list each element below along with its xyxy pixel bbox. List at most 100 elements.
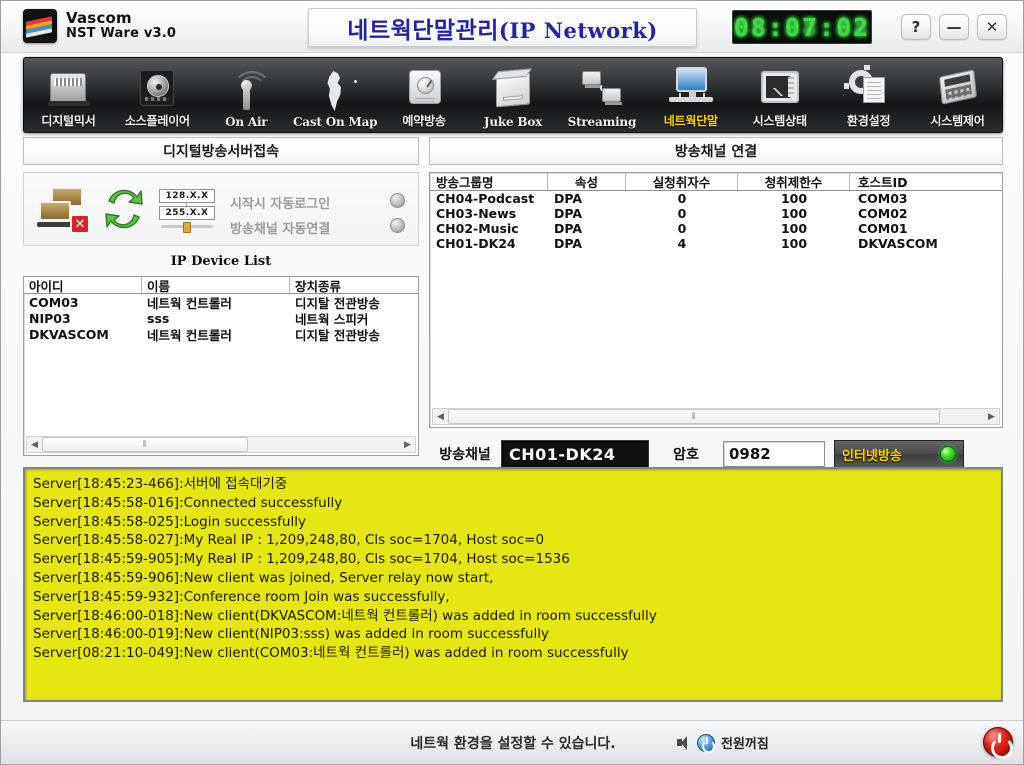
channel-connect-header: 방송채널 연결 [429,137,1003,165]
toolbar-item-system-control[interactable]: 시스템제어 [913,58,1002,132]
table-row[interactable]: CH04-Podcast DPA 0 100 COM03 [430,191,1002,206]
cell-listeners: 4 [677,236,687,251]
auto-connect-channel-led[interactable] [390,218,405,233]
auto-login-led[interactable] [390,193,405,208]
log-line: Server[18:46:00-019]:New client(NIP03:ss… [33,626,549,643]
column-header-name[interactable]: 이름 [142,277,290,294]
toolbar-label: 디지털믹서 [41,114,96,128]
brand-name: Vascom [66,9,132,28]
table-row[interactable]: CH02-Music DPA 0 100 COM01 [430,221,1002,236]
system-status-scope-icon [754,65,806,111]
scroll-track[interactable]: ⦀ [42,437,400,452]
sync-refresh-icon[interactable] [101,187,147,231]
toolbar-label: 소스플레이어 [124,114,190,128]
system-control-calculator-icon [932,65,984,111]
shutdown-button[interactable] [983,727,1013,759]
toolbar-item-juke-box[interactable]: Juke Box [469,58,558,132]
toolbar-label: 시스템제어 [930,114,985,128]
ip-range-start: 128.X.X [159,189,215,203]
toolbar-label: 환경설정 [846,114,891,128]
application-window: Vascom NST Ware v3.0 네트웍단말관리(IP Network)… [0,0,1024,765]
server-log[interactable]: Server[18:45:23-466]:서버에 접속대기중 Server[18… [23,467,1003,702]
status-bar: 네트웍 환경을 설정할 수 있습니다. 전원꺼짐 [1,720,1023,764]
cell-attr: DPA [554,191,583,206]
channel-display[interactable]: CH01-DK24 [501,440,649,468]
minimize-button[interactable]: — [939,14,969,40]
channel-field-label: 방송채널 [439,447,491,463]
column-header-type[interactable]: 장치종류 [290,277,418,294]
password-input[interactable]: 0982 [723,441,825,467]
ip-range-end: 255.X.X [159,206,215,220]
auto-connect-channel-label: 방송채널 자동연결 [230,222,331,237]
column-header-listeners[interactable]: 실청취자수 [626,173,738,190]
main-toolbar: 디지털믹서 소스플레이어 On Air Cast On Map 예약방송 Juk… [23,57,1003,133]
column-header-group[interactable]: 방송그룹명 [430,173,548,190]
table-row[interactable]: CH01-DK24 DPA 4 100 DKVASCOM [430,236,1002,251]
scroll-left-arrow-icon[interactable]: ◀ [433,409,448,424]
cell-hostid: COM02 [858,206,908,221]
power-off-label: 전원꺼짐 [721,737,769,752]
cell-attr: DPA [554,206,583,221]
ip-range-icon: 128.X.X 255.X.X [159,189,221,233]
log-line: Server[18:45:59-905]:My Real IP : 1,209,… [33,551,570,568]
ip-device-list-header: 아이디 이름 장치종류 [24,277,418,294]
ip-device-list[interactable]: 아이디 이름 장치종류 COM03 네트웍 컨트롤러 디지탈 전관방송 NIP0… [23,276,419,456]
cell-attr: DPA [554,236,583,251]
cell-listeners: 0 [677,206,687,221]
server-connect-header: 디지털방송서버접속 [23,137,419,165]
table-row[interactable]: CH03-News DPA 0 100 COM02 [430,206,1002,221]
streaming-pc-icon [576,68,628,114]
scroll-thumb[interactable]: ⦀ [448,409,940,424]
main-content: 디지털방송서버접속 ✕ 128.X.X 255.X.X 시작시 자동로그인 방송… [23,137,1003,722]
toolbar-item-schedule-broadcast[interactable]: 예약방송 [380,58,469,132]
ip-device-list-title: IP Device List [170,254,272,269]
cell-type: 디지탈 전관방송 [295,327,380,343]
help-button[interactable]: ? [901,14,931,40]
toolbar-item-on-air[interactable]: On Air [202,58,291,132]
channel-table-hscrollbar[interactable]: ◀ ⦀ ▶ [432,408,1000,425]
channel-connect-panel: 방송채널 연결 방송그룹명 속성 실청취자수 청취제한수 호스트ID CH04-… [429,137,1003,472]
auto-login-label: 시작시 자동로그인 [230,197,331,212]
toolbar-item-source-player[interactable]: 소스플레이어 [113,58,202,132]
ip-range-slider[interactable] [161,222,213,233]
close-button[interactable]: ✕ [977,14,1007,40]
schedule-knob-icon [398,65,450,111]
disconnected-pc-icon: ✕ [37,187,90,234]
toolbar-label: On Air [225,115,268,129]
column-header-limit[interactable]: 청취제한수 [738,173,850,190]
scroll-right-arrow-icon[interactable]: ▶ [400,437,415,452]
toolbar-item-system-status[interactable]: 시스템상태 [735,58,824,132]
toolbar-item-digital-mixer[interactable]: 디지털믹서 [24,58,113,132]
brand: Vascom NST Ware v3.0 [23,9,176,43]
toolbar-item-settings[interactable]: 환경설정 [824,58,913,132]
power-off-indicator: 전원꺼짐 [677,733,769,753]
internet-broadcast-button[interactable]: 인터넷방송 [834,440,964,468]
korea-map-icon [309,68,361,114]
list-item[interactable]: DKVASCOM 네트웍 컨트롤러 디지탈 전관방송 [24,326,418,343]
scroll-right-arrow-icon[interactable]: ▶ [984,409,999,424]
channel-table[interactable]: 방송그룹명 속성 실청취자수 청취제한수 호스트ID CH04-Podcast … [429,172,1003,428]
toolbar-item-network-terminal[interactable]: 네트웍단말 [646,58,735,132]
column-header-id[interactable]: 아이디 [24,277,142,294]
column-header-attr[interactable]: 속성 [548,173,626,190]
ip-device-list-hscrollbar[interactable]: ◀ ⦀ ▶ [26,436,416,453]
title-bar: Vascom NST Ware v3.0 네트웍단말관리(IP Network)… [1,1,1023,53]
cell-hostid: COM01 [858,221,908,236]
toolbar-item-cast-on-map[interactable]: Cast On Map [291,58,380,132]
scroll-track[interactable]: ⦀ [448,409,984,424]
on-air-antenna-icon [220,68,273,114]
cell-limit: 100 [780,221,808,236]
network-terminal-icon [665,65,717,111]
toolbar-item-streaming[interactable]: Streaming [557,58,646,132]
log-line: Server[18:45:58-016]:Connected successfu… [33,494,343,511]
column-header-hostid[interactable]: 호스트ID [850,173,1002,190]
scroll-left-arrow-icon[interactable]: ◀ [27,437,42,452]
scroll-thumb[interactable]: ⦀ [42,437,248,452]
log-line: Server[08:21:10-049]:New client(COM03:네트… [33,645,629,662]
cell-id: COM03 [29,294,79,310]
cell-limit: 100 [780,206,808,221]
status-message: 네트웍 환경을 설정할 수 있습니다. [410,736,616,752]
brand-text: Vascom NST Ware v3.0 [66,10,176,41]
toolbar-label: Cast On Map [292,115,378,129]
source-player-icon [131,65,183,111]
